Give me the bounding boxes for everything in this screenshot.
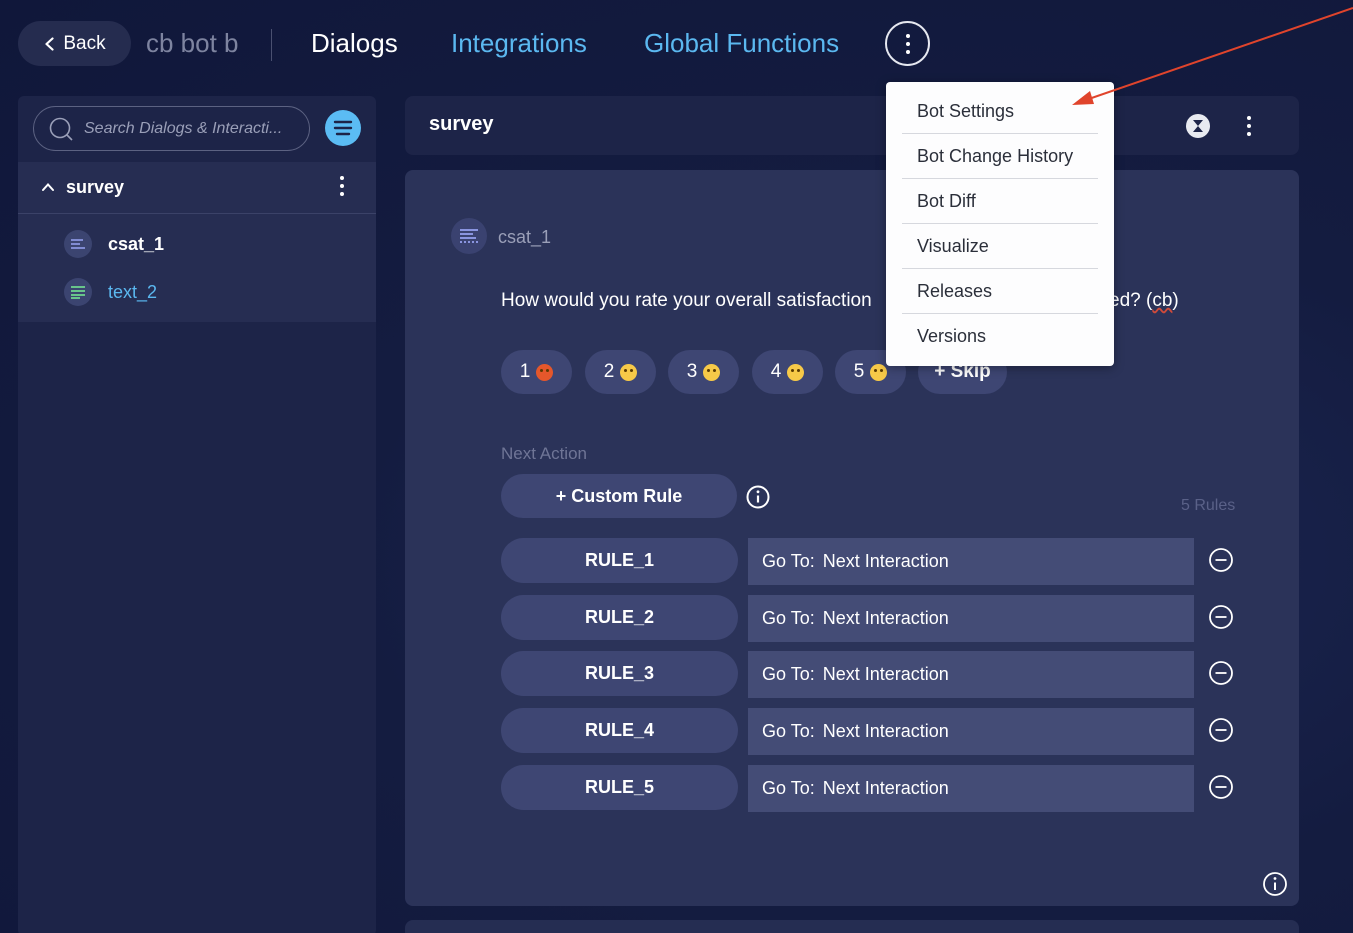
text-icon	[64, 278, 92, 306]
rule-goto-field[interactable]: Go To: Next Interaction	[748, 708, 1194, 755]
choice-label: 3	[686, 361, 698, 382]
sidebar: Search Dialogs & Interacti... survey csa…	[18, 96, 376, 933]
question-suffix: )	[1172, 290, 1179, 311]
search-placeholder: Search Dialogs & Interacti...	[84, 119, 283, 137]
list-icon	[64, 230, 92, 258]
choice-button-1[interactable]: 1	[501, 350, 572, 394]
rule-row: RULE_1 Go To: Next Interaction	[501, 538, 1241, 585]
menu-lines-icon	[333, 120, 353, 136]
rule-goto-field[interactable]: Go To: Next Interaction	[748, 651, 1194, 698]
dialog-header-bar: survey	[405, 96, 1299, 155]
rule-name-button[interactable]: RULE_2	[501, 595, 738, 640]
goto-target: Next Interaction	[822, 664, 949, 684]
chevron-left-icon	[45, 36, 54, 51]
sidebar-item-csat-1[interactable]: csat_1	[64, 226, 164, 262]
rule-goto-field[interactable]: Go To: Next Interaction	[748, 538, 1194, 585]
remove-circle-icon[interactable]	[1208, 547, 1234, 573]
remove-circle-icon[interactable]	[1208, 717, 1234, 743]
choice-button-3[interactable]: 3	[668, 350, 739, 394]
choice-label: 5	[853, 361, 865, 382]
goto-label: Go To:	[762, 608, 815, 628]
goto-target: Next Interaction	[822, 721, 949, 741]
bot-name: cb bot b	[146, 28, 239, 58]
goto-target: Next Interaction	[822, 608, 949, 628]
info-icon[interactable]	[746, 485, 770, 509]
remove-circle-icon[interactable]	[1208, 660, 1234, 686]
question-part-2: ed? (cb)	[1109, 290, 1179, 312]
choice-label: 1	[519, 361, 531, 382]
menu-item-releases[interactable]: Releases	[902, 269, 1098, 314]
dialog-kebab-icon[interactable]	[340, 176, 344, 196]
bot-options-menu: Bot Settings Bot Change History Bot Diff…	[886, 82, 1114, 366]
sidebar-item-text-2[interactable]: text_2	[64, 274, 157, 310]
rule-name-button[interactable]: RULE_5	[501, 765, 738, 810]
rule-row: RULE_5 Go To: Next Interaction	[501, 765, 1241, 812]
menu-item-bot-change-history[interactable]: Bot Change History	[902, 134, 1098, 179]
search-input[interactable]: Search Dialogs & Interacti...	[33, 106, 310, 151]
slightly-smiling-face-icon	[787, 363, 805, 381]
search-icon	[49, 117, 73, 141]
more-options-button[interactable]	[885, 21, 930, 66]
menu-item-bot-settings[interactable]: Bot Settings	[902, 89, 1098, 134]
rule-name-button[interactable]: RULE_3	[501, 651, 738, 696]
menu-item-bot-diff[interactable]: Bot Diff	[902, 179, 1098, 224]
back-button[interactable]: Back	[18, 21, 131, 66]
next-interaction-card	[405, 920, 1299, 933]
chevron-up-icon[interactable]	[41, 180, 55, 194]
rule-goto-field[interactable]: Go To: Next Interaction	[748, 595, 1194, 642]
kebab-icon	[905, 33, 910, 54]
angry-face-icon	[536, 363, 554, 381]
remove-circle-icon[interactable]	[1208, 774, 1234, 800]
choice-button-4[interactable]: 4	[752, 350, 823, 394]
goto-label: Go To:	[762, 551, 815, 571]
choice-button-2[interactable]: 2	[585, 350, 656, 394]
interaction-name: csat_1	[498, 227, 552, 247]
nav-dialogs[interactable]: Dialogs	[311, 28, 398, 59]
menu-item-versions[interactable]: Versions	[902, 314, 1098, 359]
neutral-face-icon	[703, 363, 721, 381]
divider	[271, 29, 272, 61]
goto-target: Next Interaction	[822, 778, 949, 798]
choice-label: 2	[603, 361, 615, 382]
page-title: survey	[429, 113, 494, 135]
rules-count: 5 Rules	[1181, 497, 1236, 514]
menu-item-visualize[interactable]: Visualize	[902, 224, 1098, 269]
header-kebab-icon[interactable]	[1247, 116, 1251, 136]
spellcheck-word: cb	[1152, 290, 1173, 311]
info-icon[interactable]	[1262, 871, 1288, 897]
nav-integrations[interactable]: Integrations	[451, 28, 587, 59]
dialog-tree: survey csat_1 text_2	[18, 162, 376, 322]
rule-row: RULE_4 Go To: Next Interaction	[501, 708, 1241, 755]
dialog-title: survey	[66, 177, 125, 197]
add-custom-rule-button[interactable]: + Custom Rule	[501, 474, 737, 518]
hourglass-icon[interactable]	[1186, 114, 1210, 138]
filter-button[interactable]	[325, 110, 361, 146]
top-bar: Back cb bot b Dialogs Integrations Globa…	[0, 0, 1353, 90]
interaction-card: csat_1 How would you rate your overall s…	[405, 170, 1299, 906]
sidebar-item-label: text_2	[108, 281, 158, 302]
nav-global-functions[interactable]: Global Functions	[644, 28, 839, 59]
next-action-label: Next Action	[501, 444, 587, 463]
question-prefix: ed? (	[1109, 290, 1153, 311]
goto-label: Go To:	[762, 664, 815, 684]
goto-label: Go To:	[762, 778, 815, 798]
back-label: Back	[63, 32, 106, 54]
sidebar-item-label: csat_1	[108, 233, 165, 254]
frowning-face-icon	[620, 363, 638, 381]
goto-target: Next Interaction	[822, 551, 949, 571]
rule-row: RULE_3 Go To: Next Interaction	[501, 651, 1241, 698]
rule-name-button[interactable]: RULE_4	[501, 708, 738, 753]
choice-label: 4	[770, 361, 782, 382]
dialog-header[interactable]: survey	[18, 162, 376, 214]
rule-row: RULE_2 Go To: Next Interaction	[501, 595, 1241, 642]
rule-goto-field[interactable]: Go To: Next Interaction	[748, 765, 1194, 812]
goto-label: Go To:	[762, 721, 815, 741]
grinning-face-icon	[870, 363, 888, 381]
remove-circle-icon[interactable]	[1208, 604, 1234, 630]
list-icon	[451, 218, 487, 254]
rule-name-button[interactable]: RULE_1	[501, 538, 738, 583]
question-part-1: How would you rate your overall satisfac…	[501, 290, 872, 311]
